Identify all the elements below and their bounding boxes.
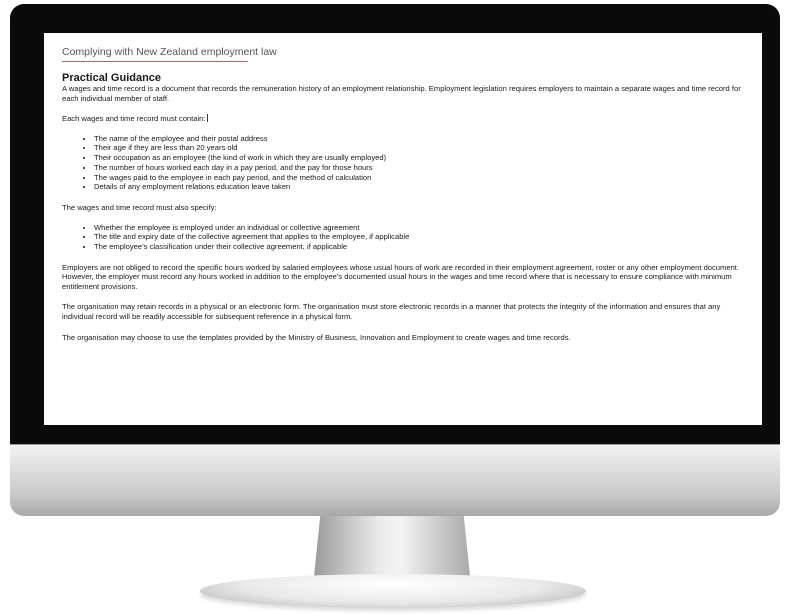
records-paragraph: The organisation may retain records in a… (62, 302, 721, 322)
list-item: Whether the employee is employed under a… (94, 223, 744, 233)
monitor-bezel: Complying with New Zealand employment la… (10, 4, 780, 444)
document-page: Complying with New Zealand employment la… (62, 46, 744, 342)
text-cursor (206, 114, 208, 123)
contain-list: The name of the employee and their posta… (62, 134, 744, 192)
intro-paragraph: A wages and time record is a document th… (62, 84, 741, 103)
list-item: The title and expiry date of the collect… (94, 232, 744, 242)
monitor-chin (10, 444, 780, 516)
templates-paragraph: The organisation may choose to use the t… (62, 332, 571, 342)
monitor-stand-base (200, 574, 586, 608)
employers-paragraph: Employers are not obliged to record the … (62, 262, 740, 291)
specify-heading: The wages and time record must also spec… (62, 203, 217, 212)
list-item: Their age if they are less than 20 years… (94, 143, 744, 153)
monitor-screen: Complying with New Zealand employment la… (44, 33, 762, 425)
list-item: Their occupation as an employee (the kin… (94, 153, 744, 163)
list-item: The number of hours worked each day in a… (94, 163, 744, 173)
document-header: Complying with New Zealand employment la… (62, 46, 277, 62)
specify-list: Whether the employee is employed under a… (62, 223, 744, 252)
list-item: The wages paid to the employee in each p… (94, 173, 744, 183)
list-item: The employee’s classification under thei… (94, 242, 744, 252)
list-item: Details of any employment relations educ… (94, 182, 744, 192)
list-item: The name of the employee and their posta… (94, 134, 744, 144)
chin-divider (10, 444, 780, 445)
monitor-stand-neck (314, 516, 470, 576)
section-title: Practical Guidance (62, 72, 162, 84)
contain-heading[interactable]: Each wages and time record must contain: (62, 114, 744, 124)
